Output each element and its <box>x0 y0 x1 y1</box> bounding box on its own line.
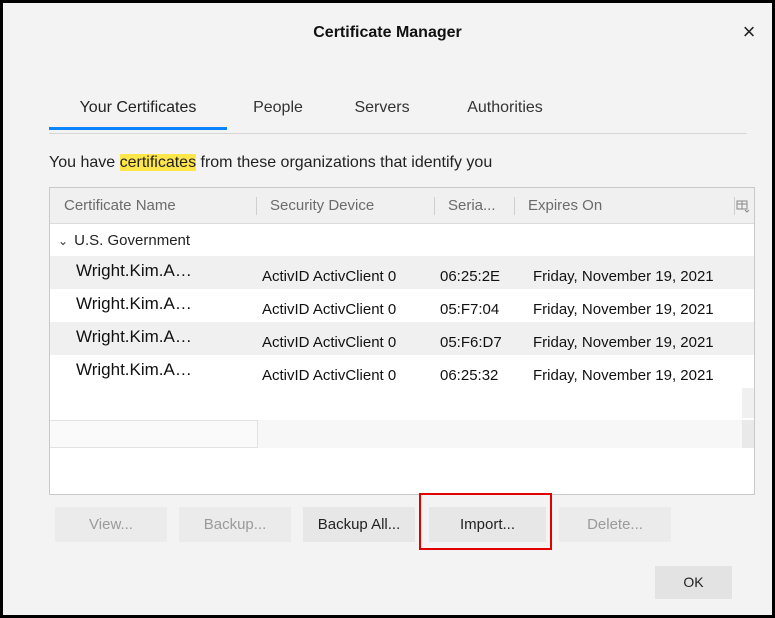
empty-row <box>258 420 742 448</box>
chevron-down-icon[interactable]: ⌄ <box>58 234 70 248</box>
cell-serial: 06:25:32 <box>440 367 499 384</box>
cell-security-device: ActivID ActivClient 0 <box>262 367 397 384</box>
import-annotation-highlight <box>419 493 552 550</box>
dialog-title: Certificate Manager <box>313 24 462 41</box>
column-header-serial[interactable]: Seria... <box>434 188 514 224</box>
tab-your-certificates[interactable]: Your Certificates <box>49 89 227 133</box>
backup-button[interactable]: Backup... <box>179 507 291 542</box>
cell-certificate-name: Wright.Kim.A… <box>76 261 192 280</box>
intro-text-end: from these organizations that identify y… <box>196 154 493 171</box>
scrollbar[interactable] <box>742 420 754 448</box>
table-row[interactable]: Wright.Kim.A… ActivID ActivClient 0 06:2… <box>50 355 754 388</box>
active-tab-indicator <box>49 127 227 130</box>
view-button[interactable]: View... <box>55 507 167 542</box>
group-label: U.S. Government <box>74 232 191 249</box>
certificate-manager-dialog: Certificate Manager × Your Certificates … <box>0 0 775 618</box>
intro-text-start: You have <box>49 154 120 171</box>
title-bar: Certificate Manager × <box>6 6 769 62</box>
tab-label: Your Certificates <box>79 99 197 116</box>
empty-name-cell <box>50 420 258 448</box>
table-row[interactable]: Wright.Kim.A… ActivID ActivClient 0 05:F… <box>50 289 754 322</box>
tab-label: Authorities <box>467 99 543 116</box>
column-picker-icon[interactable] <box>736 199 750 213</box>
tab-servers[interactable]: Servers <box>337 89 427 133</box>
scroll-gutter <box>742 388 754 418</box>
close-icon[interactable]: × <box>737 20 761 44</box>
group-us-government[interactable]: ⌄ U.S. Government <box>58 232 190 249</box>
tab-label: People <box>253 99 303 116</box>
table-header: Certificate Name Security Device Seria..… <box>50 188 754 224</box>
cell-certificate-name: Wright.Kim.A… <box>76 360 192 379</box>
certificate-tree[interactable]: Certificate Name Security Device Seria..… <box>49 187 755 495</box>
tab-divider <box>49 133 747 134</box>
highlighted-word: certificates <box>119 154 197 171</box>
column-separator[interactable] <box>734 197 735 215</box>
table-row[interactable]: Wright.Kim.A… ActivID ActivClient 0 06:2… <box>50 256 754 289</box>
backup-all-button[interactable]: Backup All... <box>303 507 415 542</box>
delete-button[interactable]: Delete... <box>559 507 671 542</box>
tab-authorities[interactable]: Authorities <box>449 89 561 133</box>
tab-people[interactable]: People <box>235 89 321 133</box>
table-row[interactable]: Wright.Kim.A… ActivID ActivClient 0 05:F… <box>50 322 754 355</box>
cell-certificate-name: Wright.Kim.A… <box>76 327 192 346</box>
column-header-expires-on[interactable]: Expires On <box>514 188 714 224</box>
cell-certificate-name: Wright.Kim.A… <box>76 294 192 313</box>
cell-expires-on: Friday, November 19, 2021 <box>533 367 714 384</box>
tab-label: Servers <box>354 99 410 116</box>
column-header-security-device[interactable]: Security Device <box>256 188 434 224</box>
ok-button[interactable]: OK <box>655 566 732 599</box>
intro-text: You have certificates from these organiz… <box>49 154 492 172</box>
column-header-certificate-name[interactable]: Certificate Name <box>50 188 256 224</box>
